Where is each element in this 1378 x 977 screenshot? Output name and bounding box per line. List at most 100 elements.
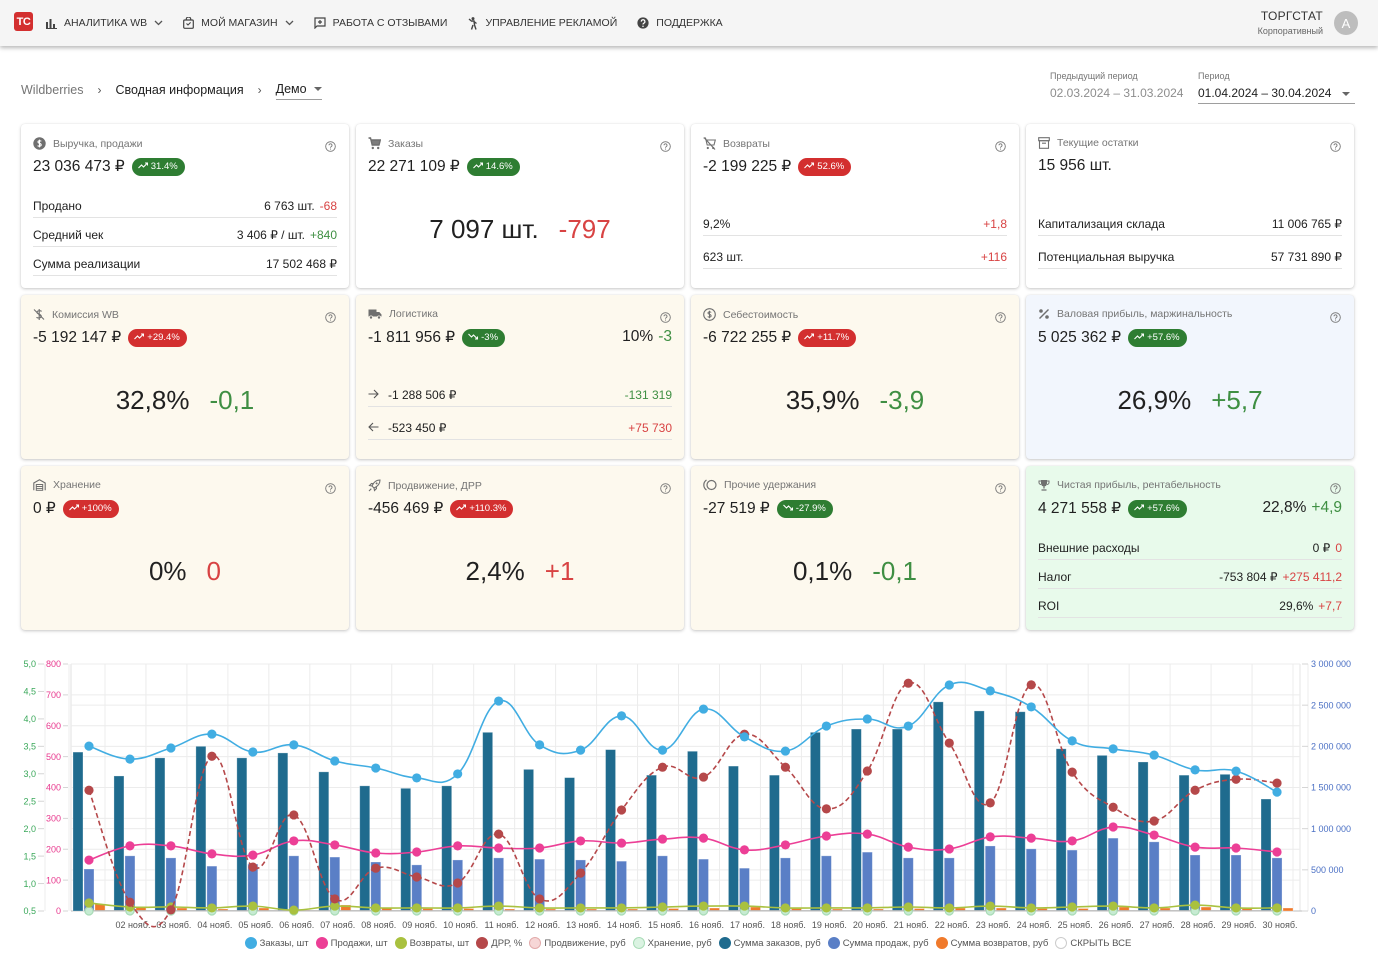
bar-sum-orders	[1096, 754, 1108, 912]
row-delta: +1,8	[983, 217, 1007, 231]
help-icon[interactable]	[660, 481, 671, 499]
x-tick-label: 07 нояб.	[320, 920, 355, 930]
point-orders-cnt	[780, 746, 791, 756]
chevron-right-icon: ›	[257, 82, 262, 97]
legend-item[interactable]: Сумма возвратов, руб	[935, 937, 1048, 949]
help-icon[interactable]	[995, 139, 1006, 157]
advertising-icon	[467, 16, 478, 30]
legend-item[interactable]: Хранение, руб	[632, 937, 712, 949]
card-stock: Текущие остатки 15 956 шт. Капитализация…	[1026, 124, 1354, 288]
card-returns: Возвраты -2 199 225 ₽ 52.6% 9,2% +1,8 62…	[691, 124, 1019, 288]
badge-text: -27.9%	[795, 503, 826, 514]
point-orders-cnt	[944, 680, 954, 690]
big-metric: 26,9% +5,7	[1026, 385, 1354, 416]
chevron-right-icon: ›	[97, 82, 102, 97]
point-returns-cnt	[1067, 902, 1077, 912]
point-drr	[1149, 816, 1159, 826]
card-value: -2 199 225 ₽	[703, 158, 792, 175]
row-delta: -68	[319, 199, 337, 213]
help-icon[interactable]	[660, 310, 671, 328]
legend-item[interactable]: Продвижение, руб	[529, 937, 626, 949]
app-logo[interactable]: TC	[14, 12, 33, 31]
bar-sum-orders	[850, 728, 862, 912]
badge-text: 52.6%	[817, 161, 845, 172]
card-value: -6 722 255 ₽	[703, 329, 792, 346]
help-icon[interactable]	[1330, 310, 1341, 328]
card-title: Продвижение, ДРР	[388, 479, 482, 492]
point-drr	[1190, 785, 1200, 795]
legend-item[interactable]: Продажи, шт	[315, 937, 388, 949]
legend-swatch-icon	[632, 937, 645, 949]
point-sales-cnt	[494, 843, 504, 853]
y-tick-label: 500	[46, 752, 61, 762]
avatar[interactable]: A	[1334, 11, 1358, 35]
row-value: 0 ₽	[1312, 541, 1331, 555]
top-navigation-bar: TC АНАЛИТИКА WB МОЙ МАГАЗИН РАБОТА С ОТЗ…	[0, 0, 1378, 46]
point-orders-cnt	[494, 696, 504, 706]
point-returns-cnt	[903, 902, 913, 912]
big-value: 26,9%	[1117, 385, 1192, 415]
y-tick-label: 500 000	[1311, 865, 1344, 875]
nav-advertising[interactable]: УПРАВЛЕНИЕ РЕКЛАМОЙ	[467, 14, 617, 32]
point-sales-cnt	[739, 845, 750, 855]
help-icon[interactable]	[1330, 139, 1341, 157]
list-item: Налог -753 804 ₽ +275 411,2	[1038, 560, 1342, 589]
user-info[interactable]: ТОРГСТАТ Корпоративный	[1258, 9, 1323, 36]
legend-item[interactable]: СКРЫТЬ ВСЕ	[1055, 937, 1131, 949]
legend-label: Продажи, шт	[330, 937, 388, 949]
rocket-icon	[368, 479, 381, 492]
row-value: 11 006 765 ₽	[1271, 217, 1342, 231]
point-drr	[903, 678, 913, 688]
card-value: 5 025 362 ₽	[1038, 329, 1122, 346]
period-selector[interactable]: Период 01.04.2024 – 30.04.2024	[1198, 71, 1355, 104]
bar-sum-orders	[359, 785, 371, 912]
point-returns-cnt	[698, 901, 709, 911]
bar-sum-orders	[564, 777, 575, 912]
point-orders-cnt	[657, 745, 668, 755]
help-icon[interactable]	[660, 139, 671, 157]
card-title: Прочие удержания	[724, 479, 817, 491]
legend-item[interactable]: Сумма продаж, руб	[827, 937, 929, 949]
help-icon[interactable]	[995, 310, 1006, 328]
help-icon[interactable]	[325, 139, 336, 157]
legend-item[interactable]: Возвраты, шт	[394, 937, 469, 949]
y-tick-label: 5,0	[23, 659, 36, 669]
trending-up-icon	[68, 503, 79, 514]
point-sales-cnt	[84, 855, 94, 865]
help-icon[interactable]	[325, 481, 336, 499]
x-tick-label: 23 нояб.	[976, 920, 1011, 930]
user-plan: Корпоративный	[1257, 26, 1323, 36]
store-selector[interactable]: Демо	[275, 82, 322, 100]
arrow-right-icon	[368, 388, 379, 402]
help-icon[interactable]	[995, 481, 1006, 499]
breadcrumb-root-link[interactable]: Wildberries	[21, 83, 84, 97]
point-returns-cnt	[1149, 903, 1159, 913]
x-tick-label: 16 нояб.	[689, 920, 724, 930]
bar-sum-sales	[943, 857, 955, 912]
y-tick-label: 600	[46, 721, 61, 731]
legend-label: Сумма продаж, руб	[842, 937, 929, 949]
row-label: ROI	[1038, 599, 1060, 613]
point-returns-cnt	[1231, 903, 1241, 913]
row-label: Средний чек	[33, 228, 104, 242]
legend-item[interactable]: Заказы, шт	[244, 937, 309, 949]
nav-analytics-wb[interactable]: АНАЛИТИКА WB	[46, 14, 163, 32]
x-tick-label: 05 нояб.	[238, 920, 273, 930]
point-returns-cnt	[1108, 901, 1118, 911]
legend-item[interactable]: ДРР, %	[476, 937, 522, 949]
point-returns-cnt	[657, 902, 668, 912]
trending-up-icon	[804, 161, 815, 172]
legend-item[interactable]: Сумма заказов, руб	[718, 937, 821, 949]
help-icon[interactable]	[325, 310, 336, 328]
nav-reviews[interactable]: РАБОТА С ОТЗЫВАМИ	[314, 14, 447, 32]
card-title: Хранение	[53, 479, 101, 491]
y-tick-label: 2 000 000	[1311, 742, 1351, 752]
nav-my-store[interactable]: МОЙ МАГАЗИН	[183, 14, 294, 32]
point-returns-cnt	[780, 903, 791, 913]
bar-sum-orders	[1014, 711, 1026, 912]
row-delta: -131 319	[624, 388, 672, 402]
help-icon[interactable]	[1330, 481, 1341, 499]
nav-support[interactable]: ПОДДЕРЖКА	[637, 14, 723, 32]
truck-icon	[368, 308, 382, 320]
card-value: -456 469 ₽	[368, 500, 444, 517]
